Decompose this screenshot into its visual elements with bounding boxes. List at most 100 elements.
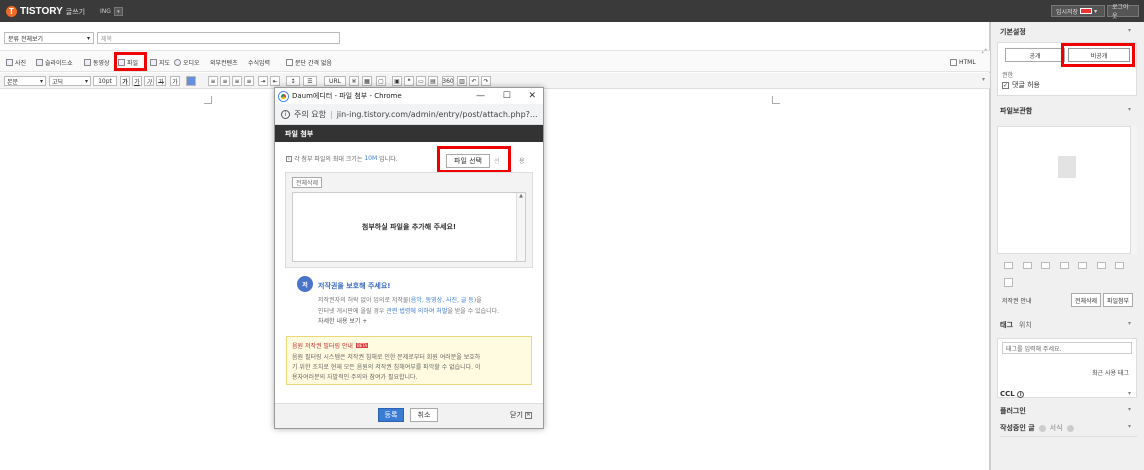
beta-badge: BETA [355, 343, 369, 348]
strikethrough-icon[interactable]: 가 [156, 76, 166, 86]
audio-button[interactable]: 오디오 [174, 57, 200, 67]
page-margin-marker-left [204, 96, 212, 104]
align-left-icon[interactable]: ≡ [208, 76, 218, 86]
tab-format[interactable]: 서식 [1050, 423, 1063, 433]
align-left-icon[interactable] [1004, 262, 1013, 269]
photo-button[interactable]: 사진 [6, 57, 26, 67]
quote-icon[interactable]: ❝ [404, 76, 414, 86]
blog-selector[interactable]: ING ▾ [100, 6, 123, 17]
tab-location[interactable]: 위치 [1019, 320, 1032, 330]
align-justify-icon[interactable]: ≡ [244, 76, 254, 86]
close-icon[interactable]: ✕ [528, 91, 536, 101]
scrollbar[interactable] [1130, 126, 1137, 254]
public-button[interactable]: 공개 [1005, 48, 1065, 62]
paragraph-spacing-label: 문단 간격 없음 [295, 59, 332, 67]
table-icon[interactable]: ▦ [362, 76, 372, 86]
copyright-info-link[interactable]: 저작권 안내 [1002, 296, 1032, 305]
align-full-icon[interactable] [1059, 262, 1069, 269]
logout-button[interactable]: 로그아웃 [1107, 4, 1139, 20]
chevron-down-icon[interactable]: ▾ [113, 7, 123, 16]
more-icon[interactable]: ▥ [457, 76, 467, 86]
paragraph-spacing-toggle[interactable]: 문단 간격 없음 [286, 57, 332, 67]
delete-all-button[interactable]: 전체삭제 [1071, 293, 1101, 307]
font-size-select[interactable]: 10pt [93, 76, 117, 86]
align-center-icon[interactable] [1022, 262, 1032, 269]
minimize-icon[interactable]: — [476, 91, 485, 101]
paragraph-style-select[interactable]: 본문 ▾ [4, 76, 46, 86]
chevron-down-icon[interactable]: ▾ [1094, 8, 1097, 15]
chevron-down-icon[interactable]: ▾ [982, 76, 988, 86]
font-select[interactable]: 고딕 ▾ [49, 76, 91, 86]
redo-icon[interactable]: ↷ [481, 76, 491, 86]
tag-input[interactable]: 태그를 입력해 주세요. [1002, 342, 1132, 354]
external-content-button[interactable]: 외부컨텐츠 [210, 57, 238, 67]
align-center-icon[interactable]: ≡ [220, 76, 230, 86]
copyright-l1c: )을 [473, 297, 482, 304]
undo-icon[interactable]: ↶ [469, 76, 479, 86]
cancel-button[interactable]: 취소 [410, 408, 438, 422]
photo-icon [6, 58, 13, 66]
link-button[interactable]: URL [324, 76, 346, 86]
copyright-more-link[interactable]: 자세한 내용 보기 + [318, 316, 367, 325]
ccl-heading[interactable]: CCL i [1000, 390, 1025, 400]
music-line-2: 기 위한 조치로 현재 모든 음원의 저작권 침해여부를 파악할 수 없습니다.… [292, 364, 481, 371]
tab-tag[interactable]: 태그 [1000, 320, 1013, 330]
indent-icon[interactable]: ⇥ [258, 76, 268, 86]
html-toggle[interactable]: HTML [950, 57, 976, 67]
allow-comments-checkbox[interactable]: ✓ 댓글 허용 [1002, 80, 1040, 90]
box-icon[interactable]: ▢ [376, 76, 386, 86]
calendar-icon[interactable]: ▤ [428, 76, 438, 86]
panorama-icon[interactable]: 360 [442, 76, 454, 86]
slideshow-button[interactable]: 슬라이드쇼 [36, 57, 73, 67]
chevron-down-icon[interactable]: ▾ [1128, 390, 1131, 397]
underline-icon[interactable]: 가 [132, 76, 142, 86]
video-button[interactable]: 동영상 [84, 57, 110, 67]
image-edit-icon[interactable]: ▣ [392, 76, 402, 86]
chevron-down-icon[interactable]: ▾ [1128, 423, 1131, 430]
document-icon [1058, 156, 1076, 178]
align-right-icon[interactable]: ≡ [232, 76, 242, 86]
bold-icon[interactable]: 가 [120, 76, 130, 86]
map-button[interactable]: 지도 [150, 57, 170, 67]
scrollbar[interactable]: ▲ [516, 193, 525, 261]
chevron-down-icon[interactable]: ▾ [1128, 27, 1131, 34]
font-color-icon[interactable]: 가 [170, 76, 180, 86]
delete-all-files-button[interactable]: 전체삭제 [292, 177, 322, 188]
register-button[interactable]: 등록 [378, 408, 404, 422]
list-icon[interactable]: ☰ [303, 76, 317, 86]
tistory-logo[interactable]: T TISTORY 글쓰기 [6, 5, 101, 18]
line-height-icon[interactable]: ↕ [286, 76, 300, 86]
tab-writing[interactable]: 작성중인 글 [1000, 423, 1035, 433]
plugin-heading[interactable]: 플러그인 [1000, 406, 1026, 416]
title-input[interactable]: 제목 [97, 32, 340, 44]
expand-icon[interactable]: ⤢ [982, 48, 988, 58]
attach-file-button[interactable]: 파일첨부 [1103, 293, 1133, 307]
chevron-down-icon[interactable]: ▾ [1128, 406, 1131, 413]
grid-2-icon[interactable] [1078, 262, 1087, 269]
special-char-icon[interactable]: ※ [349, 76, 359, 86]
category-select[interactable]: 분류 전체보기 ▾ [4, 32, 94, 44]
background-color-icon[interactable] [186, 76, 196, 86]
chevron-down-icon[interactable]: ▾ [1128, 320, 1131, 327]
info-icon: i [1017, 391, 1025, 398]
info-icon[interactable]: i [281, 109, 290, 119]
checkmark-icon: ✓ [1002, 81, 1009, 89]
grid-3-icon[interactable] [1096, 262, 1106, 269]
temp-save-button[interactable]: 임시저장 ▾ [1051, 5, 1105, 17]
audio-insert-icon[interactable] [1004, 278, 1013, 287]
chevron-down-icon[interactable]: ▾ [1128, 106, 1131, 113]
outdent-icon[interactable]: ⇤ [270, 76, 280, 86]
italic-icon[interactable]: 가 [144, 76, 154, 86]
allow-comments-label: 댓글 허용 [1012, 81, 1040, 89]
file-drop-area[interactable]: 첨부하실 파일을 추가해 주세요! [292, 192, 526, 262]
maximize-icon[interactable]: ☐ [503, 91, 511, 101]
recent-tags-link[interactable]: 최근 사용 태그 [1092, 368, 1129, 377]
close-button[interactable]: 닫기 ✕ [510, 410, 532, 420]
html-label: HTML [959, 58, 976, 66]
align-right-icon[interactable] [1041, 262, 1050, 269]
formula-button[interactable]: 수식입력 [248, 57, 270, 67]
grid-4-icon[interactable] [1115, 262, 1124, 269]
security-warning: 주의 요함 [294, 109, 326, 119]
close-icon: ✕ [524, 411, 532, 419]
horizontal-line-icon[interactable]: ▭ [416, 76, 426, 86]
